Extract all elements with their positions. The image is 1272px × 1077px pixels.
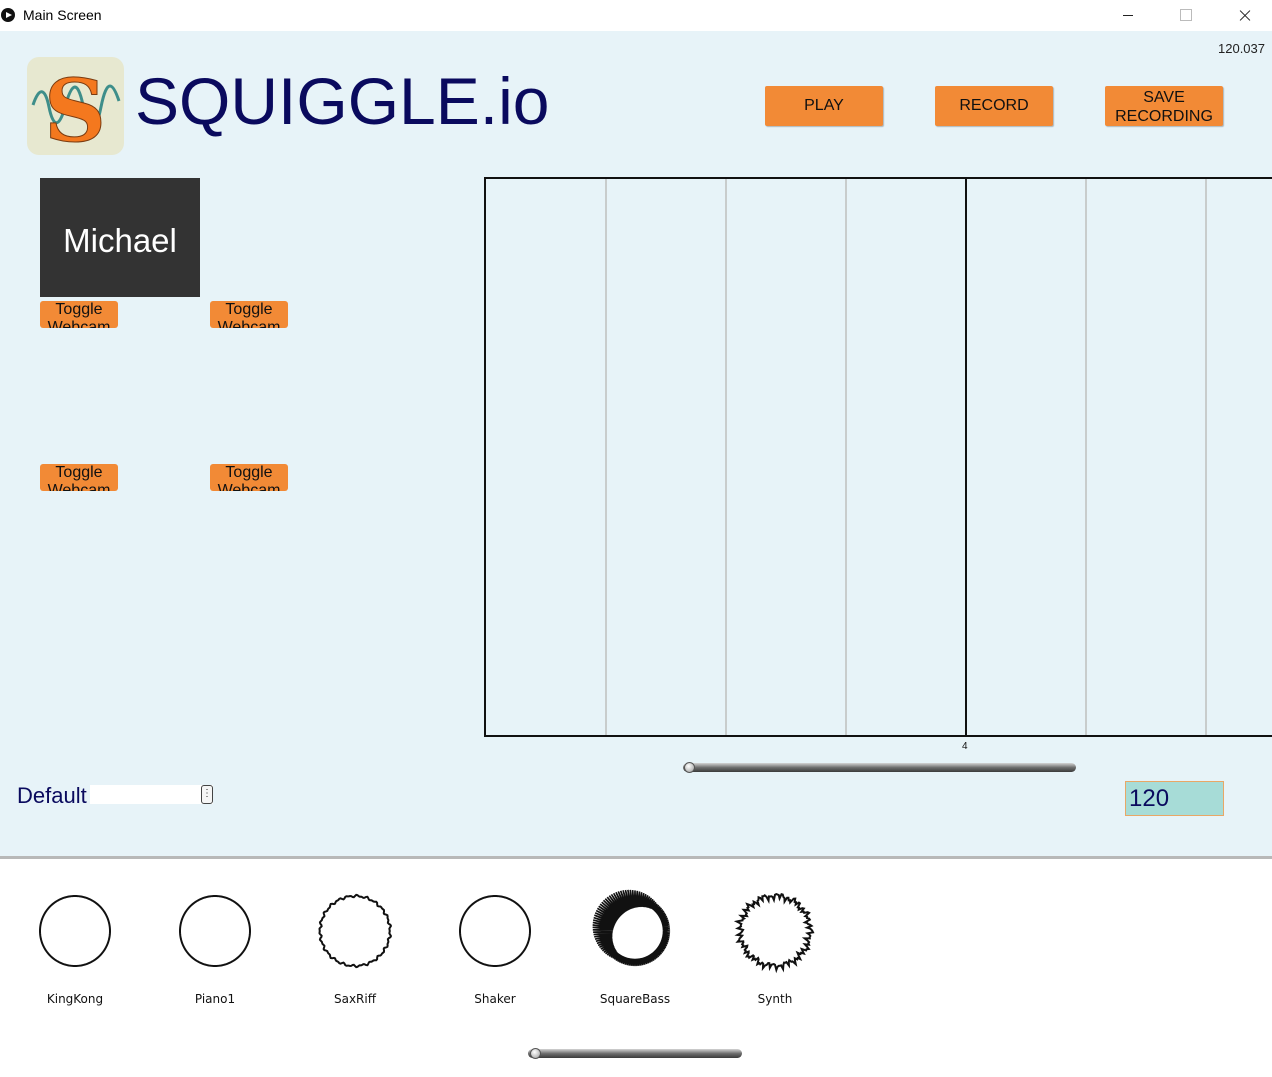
close-icon[interactable] [1221,0,1267,31]
bar-gridline [965,179,967,735]
toggle-label-line1: Toggle [225,464,273,481]
maximize-icon[interactable] [1163,0,1209,31]
instrument-piano1[interactable]: Piano1 [165,879,265,1009]
toggle-label-line2: Webcam [47,482,111,491]
toggle-label-line2: Webcam [47,319,111,328]
logo-letter: S [44,61,106,155]
instrument-label: Piano1 [194,992,236,1006]
beat-gridline [605,179,607,735]
toggle-webcam-button-3[interactable]: Toggle Webcam [40,464,118,491]
instrument-label: Shaker [474,992,516,1006]
instrument-label: Synth [757,992,793,1006]
bpm-input[interactable]: 120 [1125,781,1224,816]
waveform-path [38,894,112,968]
instrument-label: SaxRiff [333,992,376,1006]
beat-number-label: 4 [962,741,968,752]
instrument-synth[interactable]: Synth [725,879,825,1009]
instrument-saxriff[interactable]: SaxRiff [305,879,405,1009]
beat-gridline [1205,179,1207,735]
participant-video-tile: Michael [40,178,200,297]
beat-gridline [725,179,727,735]
timeline-scrollbar[interactable] [683,762,1076,773]
waveform-circle-icon [318,893,393,969]
beat-gridline [1085,179,1087,735]
waveform-path [178,894,252,968]
timeline-scroll-knob[interactable] [684,762,695,773]
waveform-path [733,892,815,974]
main-panel: 120.037 S SQUIGGLE.io PLAY RECORD SAVE R… [0,31,1272,856]
minimize-icon[interactable] [1105,0,1151,31]
brand-title: SQUIGGLE.io [135,64,550,138]
instrument-panel: KingKong Piano1 SaxRiff Shaker SquareBass Syn… [0,859,1272,1077]
window-title: Main Screen [23,7,102,23]
instrument-label: SquareBass [599,992,671,1006]
toggle-webcam-button-4[interactable]: Toggle Webcam [210,464,288,491]
sequencer-timeline[interactable] [484,177,1272,737]
squiggle-logo: S [27,57,124,163]
toggle-webcam-button-2[interactable]: Toggle Webcam [210,301,288,328]
toggle-webcam-button-1[interactable]: Toggle Webcam [40,301,118,328]
record-button[interactable]: RECORD [935,86,1053,126]
waveform-circle-icon [38,894,112,968]
instrument-shaker[interactable]: Shaker [445,879,545,1009]
instrument-label: KingKong [46,992,104,1006]
waveform-path [458,894,532,968]
waveform-path [592,889,671,967]
toggle-label-line1: Toggle [225,301,273,318]
dropdown-handle-icon[interactable]: ⋮ [201,785,213,804]
save-label-line2: RECORDING [1115,108,1213,125]
toggle-label-line1: Toggle [55,301,103,318]
instrument-kingkong[interactable]: KingKong [25,879,125,1009]
toggle-label-line2: Webcam [217,319,281,328]
waveform-circle-icon [592,889,671,967]
toggle-label-line1: Toggle [55,464,103,481]
waveform-circle-icon [178,894,252,968]
preset-label: Default [17,783,87,808]
instrument-scroll-knob[interactable] [530,1048,541,1059]
app-play-icon [1,8,15,22]
waveform-path [318,893,393,969]
waveform-circle-icon [458,894,532,968]
window-titlebar: Main Screen [0,0,1272,31]
fps-readout: 120.037 [1218,41,1265,56]
toggle-label-line2: Webcam [217,482,281,491]
instrument-squarebass[interactable]: SquareBass [585,879,685,1009]
waveform-circle-icon [733,892,815,974]
preset-dropdown[interactable]: ⋮ [90,785,213,804]
beat-gridline [845,179,847,735]
play-button[interactable]: PLAY [765,86,883,126]
save-label-line1: SAVE [1143,89,1185,106]
instrument-scrollbar[interactable] [528,1048,742,1059]
save-recording-button[interactable]: SAVE RECORDING [1105,86,1223,126]
